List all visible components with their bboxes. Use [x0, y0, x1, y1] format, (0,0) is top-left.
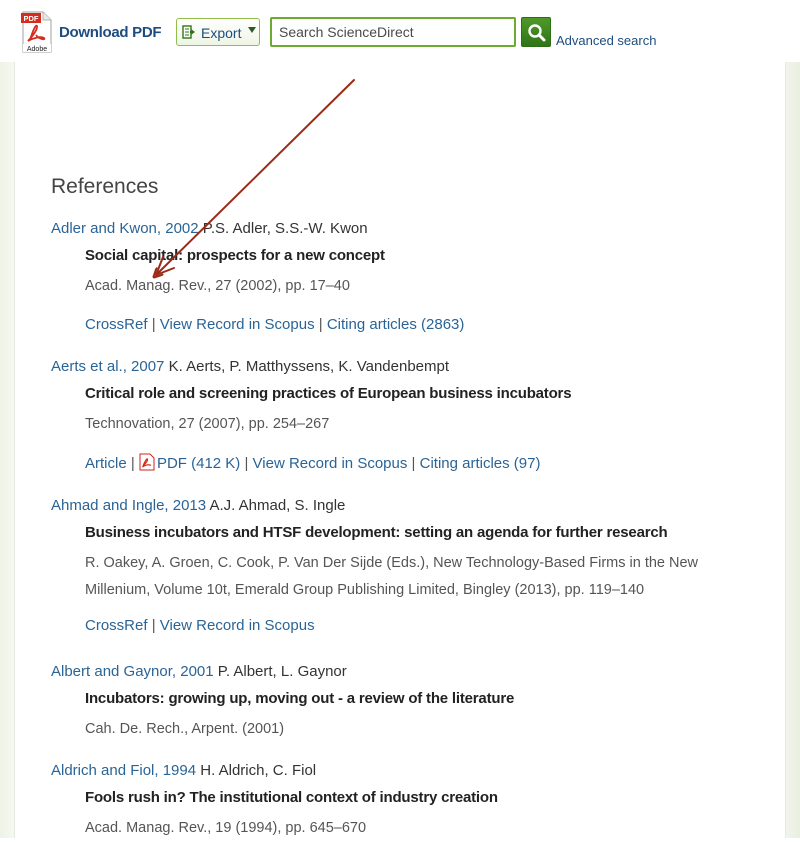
citation-link[interactable]: Adler and Kwon, 2002 — [51, 220, 199, 237]
adobe-brand-label: Adobe — [27, 46, 47, 53]
link-separator: | — [244, 455, 253, 472]
reference-entry: Ahmad and Ingle, 2013 A.J. Ahmad, S. Ing… — [51, 496, 751, 636]
reference-title: Social capital: prospects for a new conc… — [85, 247, 385, 264]
reference-source: Technovation, 27 (2007), pp. 254–267 — [85, 416, 330, 432]
reference-authors: K. Aerts, P. Matthyssens, K. Vandenbempt — [168, 358, 450, 375]
pdf-file-icon[interactable]: PDF Adobe — [21, 10, 53, 54]
chevron-down-icon — [248, 27, 256, 33]
pdf-download-link[interactable]: PDF (412 K) — [157, 455, 240, 472]
crossref-link[interactable]: CrossRef — [85, 617, 148, 634]
export-label: Export — [201, 25, 242, 41]
reference-title: Incubators: growing up, moving out - a r… — [85, 690, 515, 707]
citation-link[interactable]: Albert and Gaynor, 2001 — [51, 663, 214, 680]
article-link[interactable]: Article — [85, 455, 127, 472]
reference-source: Acad. Manag. Rev., 27 (2002), pp. 17–40 — [85, 278, 350, 294]
reference-title: Fools rush in? The institutional context… — [85, 789, 498, 806]
citation-link[interactable]: Ahmad and Ingle, 2013 — [51, 497, 206, 514]
citation-link[interactable]: Aldrich and Fiol, 1994 — [51, 762, 196, 779]
reference-entry: Aerts et al., 2007 K. Aerts, P. Matthyss… — [51, 357, 751, 474]
citing-articles-link[interactable]: Citing articles (2863) — [327, 316, 465, 333]
pdf-icon-label: PDF — [24, 14, 39, 23]
scopus-record-link[interactable]: View Record in Scopus — [160, 617, 315, 634]
reference-links: CrossRef | View Record in Scopus | Citin… — [85, 315, 751, 335]
reference-authors: H. Aldrich, C. Fiol — [200, 762, 317, 779]
pdf-icon — [139, 453, 155, 471]
reference-source: R. Oakey, A. Groen, C. Cook, P. Van Der … — [85, 555, 699, 598]
reference-authors: P.S. Adler, S.S.-W. Kwon — [202, 220, 368, 237]
citation-link[interactable]: Aerts et al., 2007 — [51, 358, 164, 375]
link-separator: | — [130, 455, 139, 472]
link-separator: | — [411, 455, 420, 472]
reference-source: Cah. De. Rech., Arpent. (2001) — [85, 721, 285, 737]
search-button[interactable] — [521, 17, 551, 47]
reference-authors: P. Albert, L. Gaynor — [217, 663, 347, 680]
export-button[interactable]: Export — [176, 18, 260, 46]
reference-title: Critical role and screening practices of… — [85, 385, 572, 402]
scopus-record-link[interactable]: View Record in Scopus — [253, 455, 408, 472]
references-heading: References — [51, 175, 159, 198]
link-separator: | — [318, 316, 327, 333]
scopus-record-link[interactable]: View Record in Scopus — [160, 316, 315, 333]
crossref-link[interactable]: CrossRef — [85, 316, 148, 333]
reference-entry: Aldrich and Fiol, 1994 H. Aldrich, C. Fi… — [51, 761, 751, 842]
reference-title: Business incubators and HTSF development… — [85, 524, 668, 541]
search-input[interactable] — [270, 17, 516, 47]
download-pdf-link[interactable]: Download PDF — [59, 24, 162, 41]
reference-entry: Adler and Kwon, 2002 P.S. Adler, S.S.-W.… — [51, 219, 751, 335]
export-icon — [182, 25, 198, 39]
link-separator: | — [151, 617, 160, 634]
advanced-search-link[interactable]: Advanced search — [556, 33, 656, 48]
link-separator: | — [151, 316, 160, 333]
reference-links: Article | PDF (412 K) | View Record in S… — [85, 453, 751, 474]
citing-articles-link[interactable]: Citing articles (97) — [420, 455, 541, 472]
reference-links: CrossRef | View Record in Scopus — [85, 616, 751, 636]
article-toolbar: PDF Adobe Download PDF Export Advanced s — [0, 0, 800, 62]
search-icon — [528, 24, 546, 42]
reference-authors: A.J. Ahmad, S. Ingle — [209, 497, 346, 514]
clipped-text-fragment — [120, 62, 242, 78]
reference-entry: Albert and Gaynor, 2001 P. Albert, L. Ga… — [51, 662, 751, 743]
